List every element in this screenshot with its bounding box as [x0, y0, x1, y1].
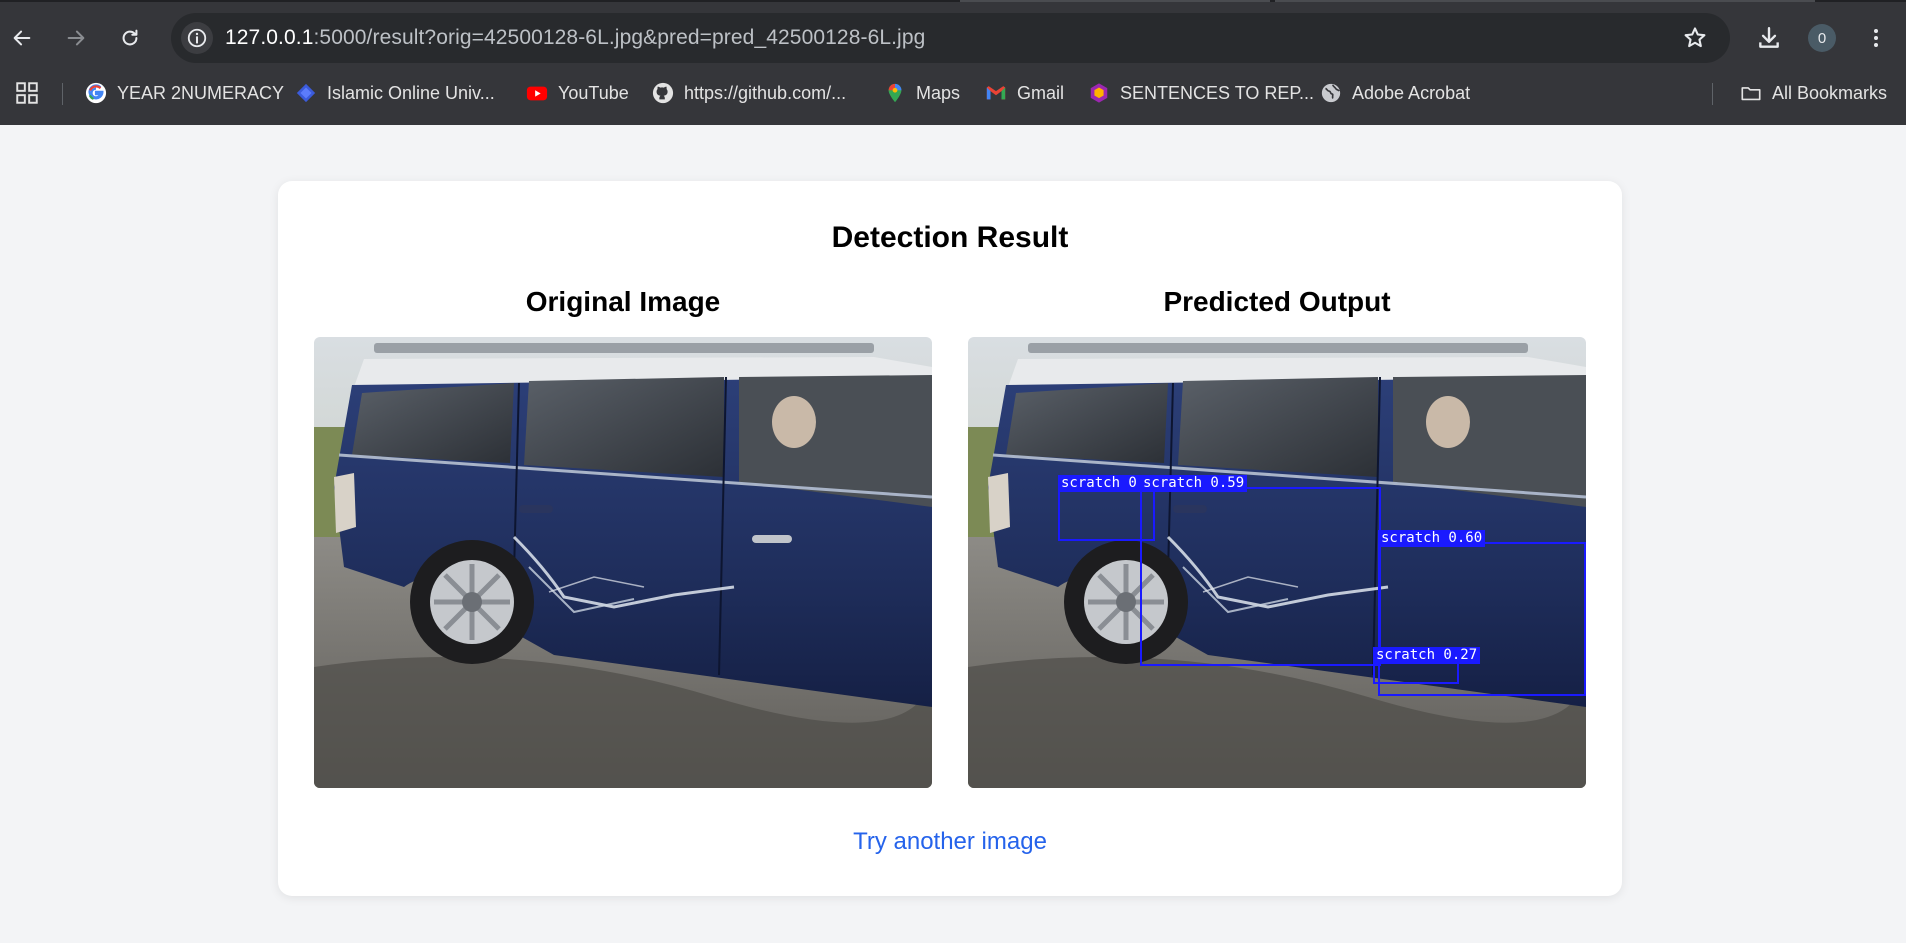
bookmark-star-icon[interactable] — [1682, 25, 1708, 51]
bookmark-label: YEAR 2NUMERACY — [117, 82, 285, 103]
bookmark-github[interactable]: https://github.com/... — [652, 79, 846, 107]
bookmark-year-2numeracy[interactable]: YEAR 2NUMERACY — [85, 79, 284, 107]
folder-icon — [1740, 82, 1762, 104]
hexagon-app-icon — [1088, 82, 1110, 104]
bookmark-label: YouTube — [558, 82, 629, 103]
arrow-left-icon — [13, 30, 31, 46]
site-info-icon[interactable] — [181, 22, 213, 54]
detection-label: scratch 0. — [1058, 475, 1149, 492]
gmail-icon — [985, 82, 1007, 104]
bookmark-islamic-online-univ[interactable]: Islamic Online Univ... — [295, 79, 495, 107]
bookmark-label: https://github.com/... — [684, 82, 847, 103]
result-card: Detection Result Original Image Predicte… — [278, 181, 1622, 896]
back-button[interactable] — [4, 20, 40, 56]
reload-button[interactable] — [112, 20, 148, 56]
google-icon — [85, 82, 107, 104]
diamond-icon — [295, 82, 317, 104]
original-image-heading: Original Image — [525, 286, 721, 317]
all-bookmarks-label: All Bookmarks — [1772, 82, 1888, 103]
bookmark-sentences-to-rep[interactable]: SENTENCES TO REP... — [1088, 79, 1314, 107]
address-bar[interactable]: 127.0.0.1:5000/result?orig=42500128-6L.j… — [171, 13, 1730, 63]
detection-label: scratch 0.60 — [1378, 530, 1486, 547]
detection-box — [1140, 487, 1381, 666]
all-bookmarks-button[interactable]: All Bookmarks — [1740, 79, 1887, 107]
download-icon — [1759, 27, 1779, 48]
apps-grid-icon — [16, 82, 38, 104]
bookmark-youtube[interactable]: YouTube — [526, 79, 629, 107]
bookmark-label: Adobe Acrobat — [1352, 82, 1471, 103]
bookmark-adobe-acrobat[interactable]: Adobe Acrobat — [1320, 79, 1470, 107]
reload-icon — [122, 29, 138, 46]
arrow-right-icon — [67, 30, 85, 46]
bookmark-label: Maps — [916, 82, 961, 103]
profile-badge[interactable]: 0 — [1808, 24, 1836, 52]
predicted-output-heading: Predicted Output — [1163, 286, 1391, 317]
kebab-menu-icon — [1874, 29, 1878, 47]
detection-label: scratch 0.59 — [1140, 475, 1248, 492]
browser-toolbar: 127.0.0.1:5000/result?orig=42500128-6L.j… — [0, 10, 1906, 66]
original-image — [314, 337, 932, 788]
url-text[interactable]: 127.0.0.1:5000/result?orig=42500128-6L.j… — [225, 26, 925, 50]
globe-icon — [1320, 82, 1342, 104]
predicted-output-image: scratch 0. scratch 0.59 scratch 0.60 scr… — [968, 337, 1586, 788]
page-title: Detection Result — [831, 221, 1069, 254]
bookmark-maps[interactable]: Maps — [884, 79, 960, 107]
youtube-icon — [526, 82, 548, 104]
github-icon — [652, 82, 674, 104]
bookmark-label: Gmail — [1017, 82, 1065, 103]
menu-button[interactable] — [1858, 20, 1894, 56]
bookmarks-divider — [62, 83, 63, 105]
url-path: :5000/result?orig=42500128-6L.jpg&pred=p… — [313, 26, 926, 49]
tab-strip — [0, 0, 1906, 2]
forward-button[interactable] — [58, 20, 94, 56]
maps-pin-icon — [884, 82, 906, 104]
bookmark-label: SENTENCES TO REP... — [1120, 82, 1315, 103]
apps-button[interactable] — [14, 79, 40, 107]
downloads-button[interactable] — [1751, 20, 1787, 56]
detection-label: scratch 0.27 — [1373, 647, 1481, 664]
all-bookmarks-divider — [1712, 83, 1713, 105]
url-host: 127.0.0.1 — [225, 26, 314, 49]
try-another-image-link[interactable]: Try another image — [278, 828, 1622, 856]
bookmark-gmail[interactable]: Gmail — [985, 79, 1064, 107]
bookmark-label: Islamic Online Univ... — [327, 82, 495, 103]
bookmarks-bar: YEAR 2NUMERACY Islamic Online Univ... Yo… — [0, 73, 1906, 113]
browser-chrome: 127.0.0.1:5000/result?orig=42500128-6L.j… — [0, 0, 1906, 125]
